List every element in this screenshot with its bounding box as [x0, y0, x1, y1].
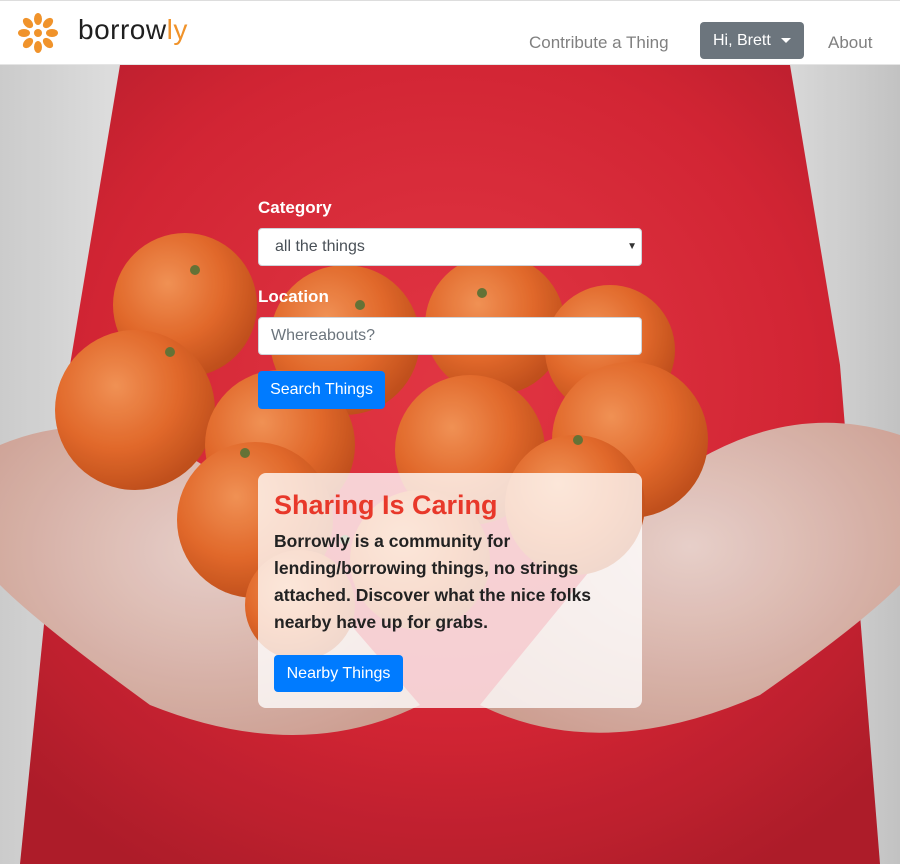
brand-link[interactable]: borrowly — [16, 11, 188, 55]
search-things-button[interactable]: Search Things — [258, 371, 385, 409]
category-selected-value: all the things — [275, 238, 365, 255]
category-label: Category — [258, 198, 332, 217]
select-arrow-icon: ▼ — [627, 241, 637, 252]
flower-logo-icon — [18, 13, 58, 53]
brand-name-part2: ly — [166, 14, 188, 45]
brand-name-part1: borrow — [78, 14, 167, 45]
caret-down-icon — [781, 38, 791, 43]
intro-card: Sharing Is Caring Borrowly is a communit… — [258, 473, 642, 708]
nearby-things-button[interactable]: Nearby Things — [274, 655, 403, 692]
hero-section — [0, 65, 900, 864]
card-text: Borrowly is a community for lending/borr… — [274, 531, 592, 632]
user-menu-button[interactable]: Hi, Brett — [700, 22, 804, 59]
about-link[interactable]: About — [828, 33, 872, 53]
navbar: borrowly Contribute a Thing Hi, Brett Ab… — [0, 0, 900, 65]
contribute-link[interactable]: Contribute a Thing — [529, 33, 669, 53]
location-label: Location — [258, 287, 329, 306]
user-menu-label: Hi, Brett — [713, 31, 771, 49]
hero-background-image — [0, 65, 900, 864]
card-title: Sharing Is Caring — [274, 490, 498, 520]
brand-name: borrowly — [78, 14, 188, 46]
location-input[interactable] — [258, 317, 642, 355]
category-select[interactable]: all the things ▼ — [258, 228, 642, 266]
